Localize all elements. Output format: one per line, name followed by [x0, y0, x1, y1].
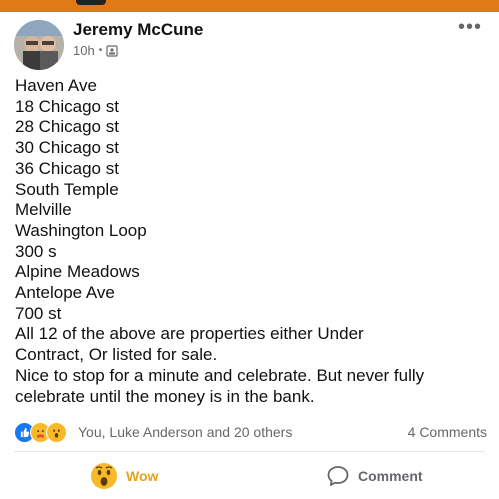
post-text-line: All 12 of the above are properties eithe…	[15, 324, 364, 344]
wow-reaction-icon	[46, 422, 67, 443]
post-text-line: 30 Chicago st	[15, 138, 119, 158]
audience-icon[interactable]	[106, 44, 118, 57]
avatar[interactable]	[14, 20, 64, 70]
wow-button[interactable]: Wow	[90, 462, 158, 490]
post-meta: 10h •	[73, 43, 118, 58]
more-options-icon[interactable]: •••	[458, 17, 482, 37]
post-text-line: 300 s	[15, 241, 57, 261]
post-text: Haven Ave 18 Chicago st 28 Chicago st 30 Ch…	[15, 76, 495, 407]
post-author[interactable]: Jeremy McCune	[73, 20, 203, 40]
reaction-summary[interactable]: You, Luke Anderson and 20 others	[78, 424, 292, 440]
post-text-line: celebrate until the money is in the bank…	[15, 386, 315, 406]
comment-label: Comment	[358, 468, 423, 484]
post-text-line: 28 Chicago st	[15, 117, 119, 137]
divider	[14, 451, 485, 452]
post-text-line: Washington Loop	[15, 220, 147, 240]
avatar-photo	[14, 20, 64, 70]
reaction-icons[interactable]	[14, 422, 67, 443]
post-text-line: Melville	[15, 200, 72, 220]
post-text-line: Alpine Meadows	[15, 262, 140, 282]
post-text-line: Nice to stop for a minute and celebrate.…	[15, 365, 425, 385]
comment-button[interactable]: Comment	[326, 464, 423, 488]
post-text-line: 18 Chicago st	[15, 96, 119, 116]
comments-count[interactable]: 4 Comments	[408, 424, 487, 440]
post-text-line: Haven Ave	[15, 76, 97, 95]
wow-label: Wow	[126, 468, 159, 484]
post-time[interactable]: 10h	[73, 43, 95, 58]
post-text-line: Antelope Ave	[15, 283, 115, 303]
comment-icon	[327, 466, 349, 486]
post-text-line: Contract, Or listed for sale.	[15, 345, 218, 365]
wow-icon	[91, 463, 117, 489]
status-bar	[0, 0, 499, 12]
post-text-line: South Temple	[15, 179, 119, 199]
separator-dot: •	[98, 45, 103, 56]
post-text-line: 700 st	[15, 303, 62, 323]
status-bar-tab	[76, 0, 106, 5]
post-text-line: 36 Chicago st	[15, 158, 119, 178]
